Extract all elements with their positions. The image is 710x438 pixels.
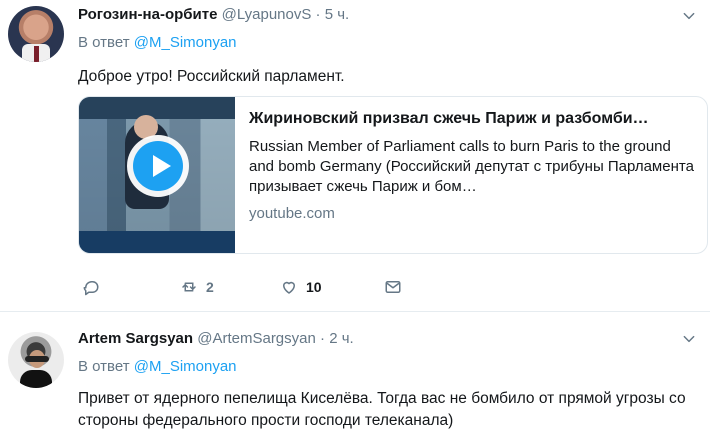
tweet[interactable]: Рогозин-на-орбите @LyapunovS · 5 ч. В от… [0,0,710,312]
avatar-tie-shape [34,46,39,62]
tweet-time[interactable]: 2 ч. [329,330,354,347]
display-name[interactable]: Рогозин-на-орбите [78,6,217,23]
reply-to-link[interactable]: @M_Simonyan [134,358,237,375]
avatar[interactable] [8,332,64,388]
reply-to-link[interactable]: @M_Simonyan [134,34,237,51]
tweet-text: Доброе утро! Российский парламент. [78,68,345,85]
card-title[interactable]: Жириновский призвал сжечь Париж и разбом… [249,109,694,129]
like-count: 10 [306,279,322,295]
like-button[interactable]: 10 [280,278,322,296]
thumbnail-bottom-band [79,231,235,253]
retweet-count: 2 [206,279,214,295]
video-thumbnail[interactable] [79,97,235,253]
chevron-down-icon[interactable] [682,9,696,23]
separator-dot: · [320,330,326,347]
reply-context: В ответ @M_Simonyan [78,34,237,51]
tweet-time[interactable]: 5 ч. [325,6,350,23]
tweet-text: Привет от ядерного пепелища Киселёва. То… [78,390,686,429]
card-domain[interactable]: youtube.com [249,205,694,222]
play-button[interactable] [133,141,183,191]
reply-button[interactable] [82,278,108,296]
card-description: Russian Member of Parliament calls to bu… [249,138,694,195]
reply-prefix: В ответ [78,34,130,51]
user-handle[interactable]: @ArtemSargsyan [197,330,316,347]
retweet-icon [180,278,198,296]
tweet-header: Artem Sargsyan @ArtemSargsyan · 2 ч. [78,330,354,347]
retweet-button[interactable]: 2 [180,278,214,296]
play-icon [153,155,171,177]
reply-prefix: В ответ [78,358,130,375]
avatar[interactable] [8,6,64,62]
separator-dot: · [315,6,321,23]
message-icon [384,278,402,296]
tweet[interactable]: Artem Sargsyan @ArtemSargsyan · 2 ч. В о… [0,312,710,438]
avatar-glasses-shape [25,356,49,362]
link-card[interactable]: Жириновский призвал сжечь Париж и разбом… [78,96,708,254]
display-name[interactable]: Artem Sargsyan [78,330,193,347]
reply-icon [82,278,100,296]
chevron-down-icon[interactable] [682,332,696,346]
heart-icon [280,278,298,296]
user-handle[interactable]: @LyapunovS [222,6,312,23]
avatar-body-shape [20,370,52,388]
tweet-actions: 2 10 [82,278,412,300]
reply-context: В ответ @M_Simonyan [78,358,237,375]
thumbnail-head-shape [134,115,158,139]
thumbnail-top-band [79,97,235,119]
direct-message-button[interactable] [384,278,402,296]
tweet-header: Рогозин-на-орбите @LyapunovS · 5 ч. [78,6,349,23]
card-body[interactable]: Жириновский призвал сжечь Париж и разбом… [249,109,694,222]
